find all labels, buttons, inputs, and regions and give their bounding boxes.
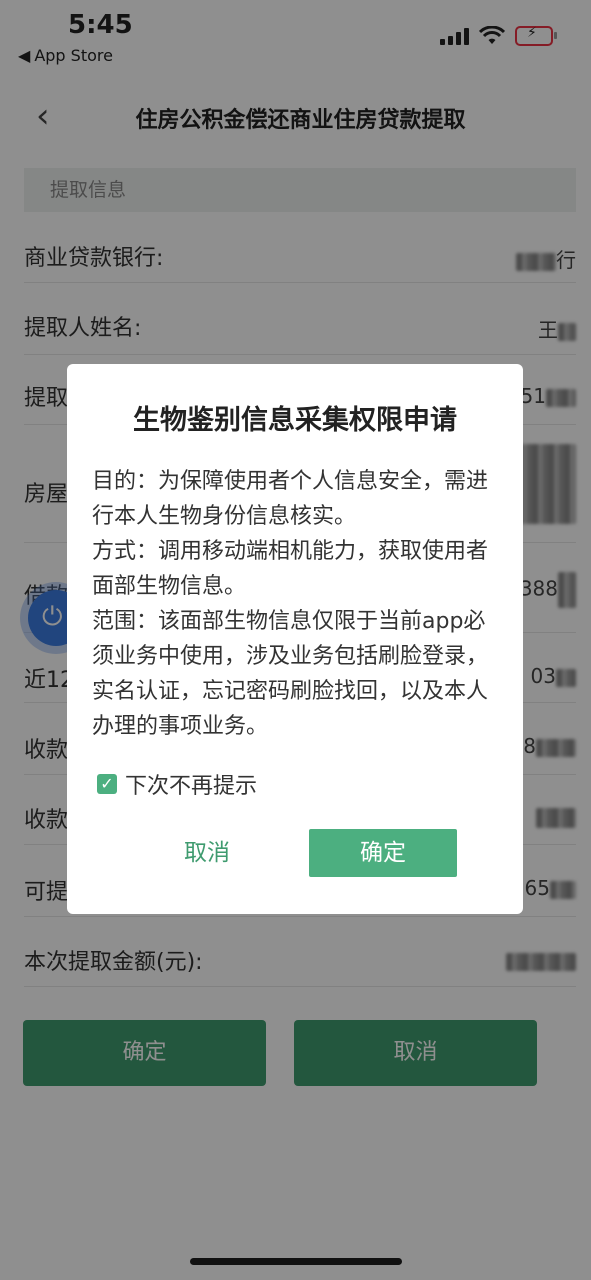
biometric-permission-dialog: 生物鉴别信息采集权限申请 目的：为保障使用者个人信息安全，需进行本人生物身份信息… [67, 364, 523, 914]
dont-show-again-checkbox[interactable]: ✓ 下次不再提示 [97, 768, 257, 800]
dialog-paragraph-method: 方式：调用移动端相机能力，获取使用者面部生物信息。 [92, 539, 489, 599]
dialog-cancel-button[interactable]: 取消 [162, 830, 252, 876]
dialog-confirm-button[interactable]: 确定 [309, 829, 457, 877]
home-indicator[interactable] [190, 1258, 402, 1265]
checkmark-icon[interactable]: ✓ [97, 774, 117, 794]
checkbox-label: 下次不再提示 [125, 774, 258, 799]
dialog-title: 生物鉴别信息采集权限申请 [133, 405, 457, 436]
dialog-paragraph-purpose: 目的：为保障使用者个人信息安全，需进行本人生物身份信息核实。 [92, 469, 489, 529]
dialog-body: 目的：为保障使用者个人信息安全，需进行本人生物身份信息核实。 方式：调用移动端相… [92, 464, 502, 744]
dialog-paragraph-scope: 范围：该面部生物信息仅限于当前app必须业务中使用，涉及业务包括刷脸登录，实名认… [92, 609, 489, 739]
